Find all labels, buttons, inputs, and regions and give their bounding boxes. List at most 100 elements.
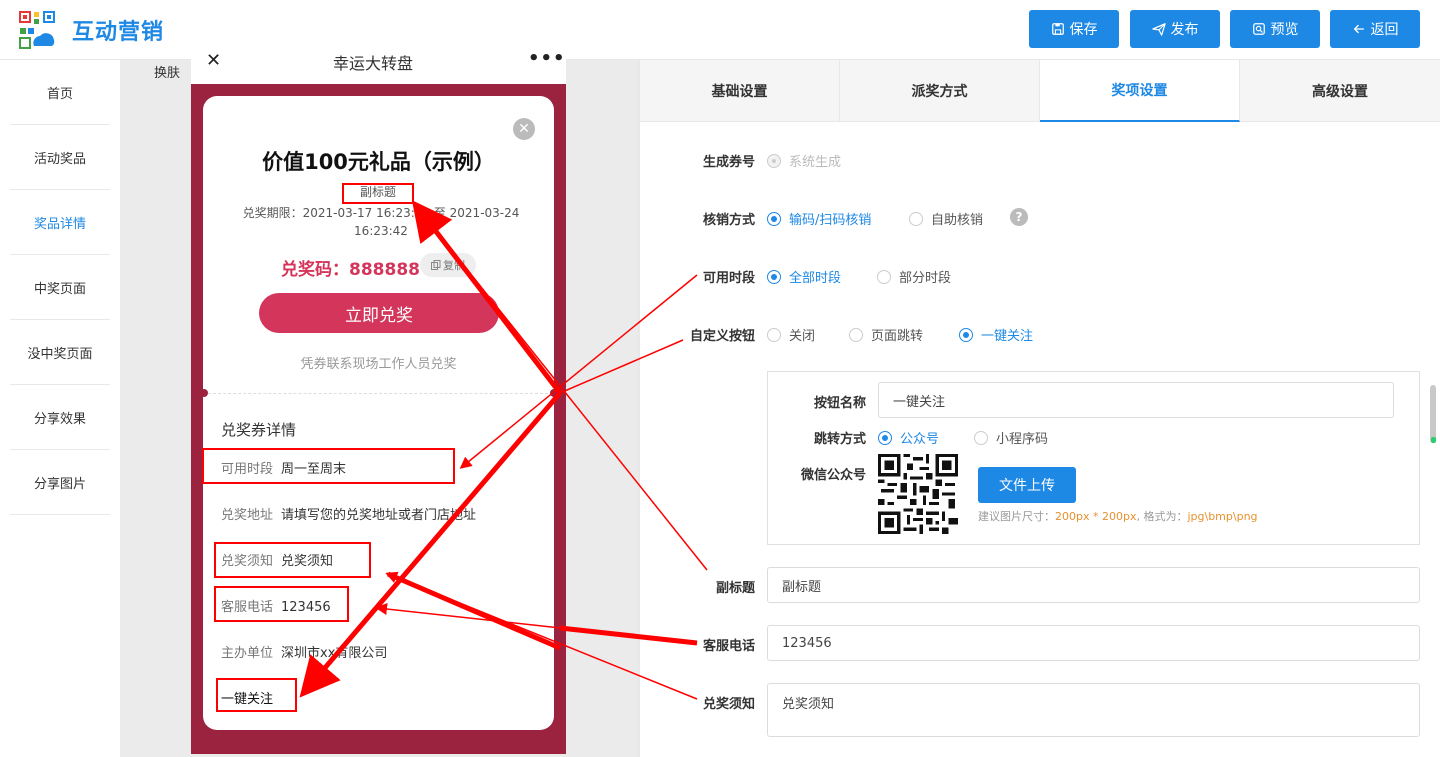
skin-button[interactable]: 换肤 (154, 62, 180, 81)
file-upload-button[interactable]: 文件上传 (978, 467, 1076, 503)
redeem-note: 凭券联系现场工作人员兑奖 (300, 357, 457, 372)
save-button[interactable]: 保存 (1029, 10, 1119, 48)
logo-icon (19, 11, 55, 49)
brand-title: 互动营销 (72, 20, 165, 45)
notice-textarea[interactable]: 兑奖须知 (767, 683, 1420, 737)
follow-button[interactable]: 一键关注 (221, 688, 273, 707)
notice-label: 兑奖须知 (702, 697, 755, 712)
redeem-code: 兑奖码：888888 (281, 260, 420, 280)
detail-value: 深圳市xx有限公司 (281, 646, 388, 661)
tab-award-method[interactable]: 派奖方式 (840, 60, 1040, 122)
preview-icon (1252, 23, 1265, 35)
detail-key: 兑奖须知 (221, 554, 274, 569)
copy-button[interactable]: 复制 (420, 253, 476, 277)
detail-key: 主办单位 (221, 646, 274, 661)
radio-label: 全部时段 (789, 271, 842, 286)
prize-period: 兑奖期限：2021-03-17 16:23:42 至 2021-03-24 16… (242, 206, 520, 238)
card-notch-right (550, 389, 558, 397)
sidebar-item-win-page[interactable]: 中奖页面 (10, 255, 110, 320)
prize-subtitle: 副标题 (359, 185, 396, 199)
radio-label: 页面跳转 (871, 329, 924, 344)
sidebar-item-activity-prizes[interactable]: 活动奖品 (10, 125, 110, 190)
radio-one-click-follow[interactable]: 一键关注 (959, 325, 1033, 344)
custom-button-label: 自定义按钮 (689, 329, 755, 344)
card-notch-left (200, 389, 208, 397)
radio-system-generate: 系统生成 (767, 151, 841, 170)
copy-label: 复制 (443, 259, 465, 272)
help-icon[interactable]: ? (1010, 208, 1028, 226)
radio-mini-program[interactable]: 小程序码 (974, 428, 1048, 447)
tab-advanced-settings[interactable]: 高级设置 (1240, 60, 1440, 122)
sidebar-item-prize-details[interactable]: 奖品详情 (10, 190, 110, 255)
redeem-now-button[interactable]: 立即兑奖 (259, 293, 499, 333)
radio-dot (909, 211, 923, 226)
radio-close[interactable]: 关闭 (767, 325, 815, 344)
card-divider (208, 393, 548, 394)
button-name-input[interactable]: 一键关注 (878, 382, 1394, 418)
radio-all-periods[interactable]: 全部时段 (767, 267, 841, 286)
radio-dot (767, 153, 781, 168)
detail-value: 123456 (281, 600, 331, 615)
detail-row-notice: 兑奖须知 兑奖须知 (221, 550, 333, 569)
coupon-label: 生成券号 (702, 155, 755, 170)
phone-input[interactable]: 123456 (767, 625, 1420, 661)
hint-mid: , 格式为： (1136, 510, 1188, 523)
detail-row-address: 兑奖地址 请填写您的兑奖地址或者门店地址 (221, 504, 476, 523)
subtitle-label: 副标题 (715, 581, 755, 596)
sidebar-item-share-image[interactable]: 分享图片 (10, 450, 110, 515)
radio-dot (877, 269, 891, 284)
copy-icon (431, 260, 441, 270)
publish-button[interactable]: 发布 (1130, 10, 1220, 48)
radio-label: 小程序码 (996, 432, 1049, 447)
hint-prefix: 建议图片尺寸： (978, 510, 1055, 523)
phone-label: 客服电话 (702, 639, 755, 654)
verify-label: 核销方式 (702, 213, 755, 228)
radio-dot (849, 327, 863, 342)
sidebar: 首页 活动奖品 奖品详情 中奖页面 没中奖页面 分享效果 分享图片 (0, 60, 120, 757)
scrollbar-indicator (1431, 437, 1436, 443)
prize-title: 价值100元礼品（示例） (262, 150, 495, 174)
radio-dot (767, 211, 781, 226)
radio-dot (878, 430, 892, 445)
hint-size: 200px * 200px (1055, 510, 1137, 523)
more-icon[interactable]: ••• (528, 48, 566, 69)
detail-value: 兑奖须知 (281, 554, 334, 569)
detail-key: 可用时段 (221, 462, 274, 477)
save-icon (1051, 23, 1064, 35)
subtitle-input[interactable]: 副标题 (767, 567, 1420, 603)
detail-value: 请填写您的兑奖地址或者门店地址 (281, 508, 477, 523)
radio-dot (767, 269, 781, 284)
scrollbar[interactable] (1430, 385, 1436, 443)
card-close-icon[interactable]: ✕ (513, 118, 535, 140)
radio-label: 一键关注 (981, 329, 1034, 344)
detail-row-organizer: 主办单位 深圳市xx有限公司 (221, 642, 387, 661)
radio-label: 部分时段 (899, 271, 952, 286)
back-label: 返回 (1370, 22, 1399, 38)
radio-dot (767, 327, 781, 342)
detail-key: 兑奖地址 (221, 508, 274, 523)
sidebar-item-lose-page[interactable]: 没中奖页面 (10, 320, 110, 385)
qr-code-icon (878, 454, 958, 534)
radio-dot (974, 430, 988, 445)
back-button[interactable]: 返回 (1330, 10, 1420, 48)
radio-page-jump[interactable]: 页面跳转 (849, 325, 923, 344)
sidebar-item-share-effect[interactable]: 分享效果 (10, 385, 110, 450)
detail-key: 客服电话 (221, 600, 274, 615)
detail-row-phone: 客服电话 123456 (221, 596, 331, 615)
radio-self-verify[interactable]: 自助核销 (909, 209, 983, 228)
radio-official-account[interactable]: 公众号 (878, 428, 939, 447)
preview-button[interactable]: 预览 (1230, 10, 1320, 48)
detail-title: 兑奖券详情 (221, 421, 297, 439)
tab-basic-settings[interactable]: 基础设置 (640, 60, 840, 122)
tab-prize-settings[interactable]: 奖项设置 (1040, 60, 1240, 122)
radio-partial-periods[interactable]: 部分时段 (877, 267, 951, 286)
sidebar-item-home[interactable]: 首页 (10, 60, 110, 125)
radio-code-scan-verify[interactable]: 输码/扫码核销 (767, 209, 871, 228)
phone-title: 幸运大转盘 (333, 54, 414, 73)
radio-label: 关闭 (789, 329, 816, 344)
radio-dot (959, 327, 973, 342)
close-icon[interactable]: ✕ (206, 50, 221, 71)
detail-row-period: 可用时段 周一至周末 (221, 458, 346, 477)
wechat-account-label: 微信公众号 (800, 468, 866, 483)
upload-hint: 建议图片尺寸：200px * 200px, 格式为：jpg\bmp\png (978, 508, 1258, 524)
